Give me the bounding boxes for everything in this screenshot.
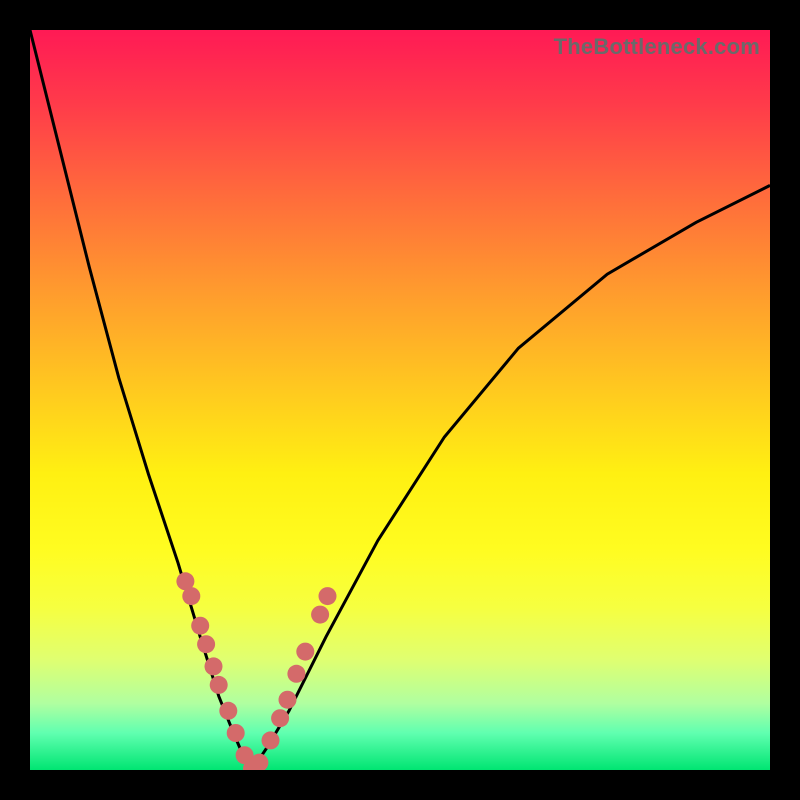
chart-svg — [30, 30, 770, 770]
right-branch-line — [252, 185, 770, 770]
marker-dot — [262, 731, 280, 749]
marker-dot — [205, 657, 223, 675]
left-branch-line — [30, 30, 252, 770]
marker-dots-group — [176, 572, 336, 770]
marker-dot — [191, 617, 209, 635]
marker-dot — [311, 606, 329, 624]
marker-dot — [271, 709, 289, 727]
chart-frame: TheBottleneck.com — [0, 0, 800, 800]
marker-dot — [279, 691, 297, 709]
plot-area: TheBottleneck.com — [30, 30, 770, 770]
marker-dot — [219, 702, 237, 720]
marker-dot — [319, 587, 337, 605]
marker-dot — [182, 587, 200, 605]
marker-dot — [287, 665, 305, 683]
marker-dot — [296, 643, 314, 661]
marker-dot — [227, 724, 245, 742]
marker-dot — [197, 635, 215, 653]
marker-dot — [210, 676, 228, 694]
